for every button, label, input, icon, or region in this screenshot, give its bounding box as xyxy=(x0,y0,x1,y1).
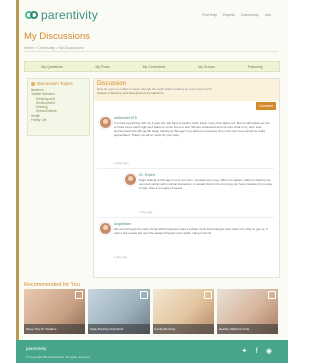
brand-name: parentivity xyxy=(41,8,98,22)
recommended-card[interactable]: Daily Routines that Work xyxy=(88,289,150,334)
post-author[interactable]: Dr. Expert xyxy=(139,173,155,177)
tab-my-questions[interactable]: My Questions xyxy=(41,65,62,69)
discussion-panel: Discussion How do I get my toddler to sl… xyxy=(93,78,280,278)
post-author[interactable]: AngelMom xyxy=(114,222,131,226)
comment-button[interactable]: Comment xyxy=(256,102,276,110)
post-text: Night waking at this age is very common.… xyxy=(139,179,273,190)
recommended-card[interactable]: Healthy Habits for Kids xyxy=(216,289,278,334)
avatar[interactable] xyxy=(124,173,137,186)
tab-following[interactable]: Following xyxy=(248,65,263,69)
brand-logo[interactable]: parentivity xyxy=(25,8,98,22)
tab-my-groups[interactable]: My Groups xyxy=(198,65,215,69)
post-text: We went through the same thing! What hel… xyxy=(114,228,268,235)
bookmark-icon[interactable] xyxy=(75,291,84,299)
discussion-header: Discussion How do I get my toddler to sl… xyxy=(94,79,279,101)
card-caption: Healthy Habits for Kids xyxy=(218,327,250,331)
post-author[interactable]: katherine1975 xyxy=(114,116,137,120)
recommended-row: Sleep Tips for Toddlers Daily Routines t… xyxy=(24,289,278,334)
sidebar: Discussion Topics Newborn Toddler Behavi… xyxy=(27,78,90,136)
bookmark-icon[interactable] xyxy=(139,291,148,299)
social-links: ✦ f ◉ xyxy=(242,348,272,355)
sidebar-item[interactable]: Family Life xyxy=(31,118,86,122)
top-navigation: Find Help Experts Community Join xyxy=(202,13,271,17)
post-time: 2 days ago xyxy=(114,161,129,165)
card-caption: Daily Routines that Work xyxy=(90,327,124,331)
card-caption: Family Bonding xyxy=(154,327,176,331)
sidebar-header: Discussion Topics xyxy=(28,79,89,88)
avatar[interactable] xyxy=(99,116,112,129)
card-caption: Sleep Tips for Toddlers xyxy=(26,327,57,331)
tab-my-posts[interactable]: My Posts xyxy=(96,65,110,69)
breadcrumb[interactable]: Home > Community > My Discussions xyxy=(24,45,278,52)
left-accent-bar xyxy=(16,0,19,363)
avatar[interactable] xyxy=(99,222,112,235)
bookmark-icon[interactable] xyxy=(268,291,276,299)
divider xyxy=(97,217,274,218)
topics-icon xyxy=(31,81,35,86)
recommended-card[interactable]: Sleep Tips for Toddlers xyxy=(24,289,86,334)
logo-icon xyxy=(25,10,38,21)
bookmark-icon[interactable] xyxy=(203,291,212,299)
twitter-icon[interactable]: ✦ xyxy=(242,348,248,355)
topnav-item[interactable]: Community xyxy=(241,13,259,17)
discussion-meta[interactable]: Posted in Sleeping and Development by ka… xyxy=(97,91,276,95)
recommended-card[interactable]: Family Bonding xyxy=(152,289,214,334)
discussion-title: Discussion xyxy=(97,81,127,87)
recommended-title: Recommended for You xyxy=(24,282,80,288)
page-title: My Discussions xyxy=(24,31,90,42)
topnav-item[interactable]: Experts xyxy=(223,13,235,17)
sidebar-title: Discussion Topics xyxy=(37,81,73,86)
footer: parentivity © Copyright 2014 Parentivity… xyxy=(16,340,288,363)
post-time: 1 day ago xyxy=(114,255,128,259)
topnav-item[interactable]: Join xyxy=(265,13,271,17)
footer-copyright: © Copyright 2014 Parentivity. All rights… xyxy=(26,355,91,359)
post-time: 1 day ago xyxy=(139,210,153,214)
post-text: I've tried everything with my 2 year old… xyxy=(114,122,270,137)
pinterest-icon[interactable]: ◉ xyxy=(266,348,272,355)
divider xyxy=(97,168,274,169)
facebook-icon[interactable]: f xyxy=(255,348,257,355)
tab-my-comments[interactable]: My Comments xyxy=(143,65,166,69)
footer-logo[interactable]: parentivity xyxy=(26,346,47,351)
tab-bar: My Questions My Posts My Comments My Gro… xyxy=(24,61,280,72)
topnav-item[interactable]: Find Help xyxy=(202,13,217,17)
